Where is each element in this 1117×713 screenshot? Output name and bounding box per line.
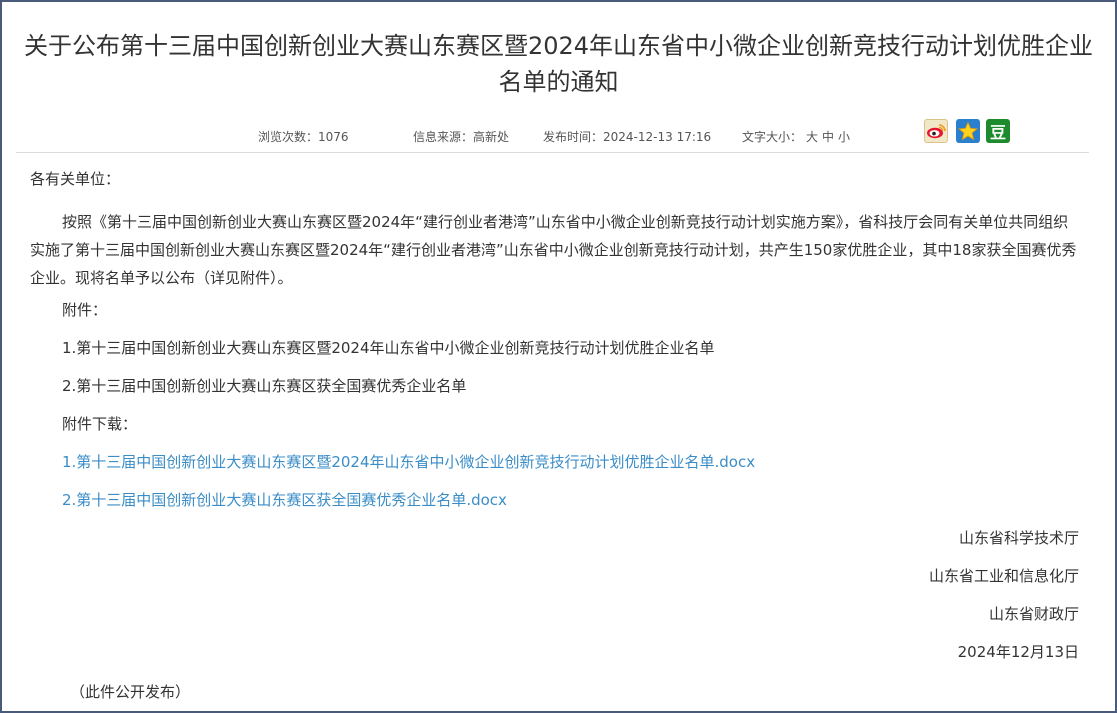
download-link-2[interactable]: 2.第十三届中国创新创业大赛山东赛区获全国赛优秀企业名单.docx bbox=[62, 491, 507, 510]
downloads-label: 附件下载： bbox=[62, 415, 138, 433]
info-source: 信息来源：高新处 bbox=[413, 128, 509, 145]
douban-icon[interactable]: 豆 bbox=[986, 119, 1010, 143]
salutation: 各有关单位： bbox=[30, 170, 121, 188]
view-count: 浏览次数：1076 bbox=[258, 128, 349, 145]
font-size-control: 文字大小：大中小 bbox=[742, 128, 850, 145]
font-size-small-button[interactable]: 小 bbox=[838, 130, 850, 144]
attachment-item: 1.第十三届中国创新创业大赛山东赛区暨2024年山东省中小微企业创新竞技行动计划… bbox=[62, 339, 715, 357]
article-frame: 关于公布第十三届中国创新创业大赛山东赛区暨2024年山东省中小微企业创新竞技行动… bbox=[0, 0, 1117, 713]
signatory: 山东省财政厅 bbox=[988, 605, 1079, 623]
signatory: 山东省科学技术厅 bbox=[958, 529, 1079, 547]
publish-time-label: 发布时间： bbox=[543, 130, 604, 144]
info-source-label: 信息来源： bbox=[413, 130, 474, 144]
weibo-icon[interactable] bbox=[924, 119, 948, 143]
article-meta: 浏览次数：1076 信息来源：高新处 发布时间：2024-12-13 17:16… bbox=[2, 125, 1115, 147]
body-paragraph: 按照《第十三届中国创新创业大赛山东赛区暨2024年“建行创业者港湾”山东省中小微… bbox=[30, 213, 1077, 287]
publish-note: （此件公开发布） bbox=[70, 683, 191, 701]
attachment-item: 2.第十三届中国创新创业大赛山东赛区获全国赛优秀企业名单 bbox=[62, 377, 467, 395]
sign-date: 2024年12月13日 bbox=[957, 643, 1079, 661]
info-source-value: 高新处 bbox=[473, 130, 510, 144]
qzone-icon[interactable] bbox=[956, 119, 980, 143]
attachments-label: 附件： bbox=[62, 301, 108, 319]
header-divider bbox=[16, 152, 1089, 153]
page-title: 关于公布第十三届中国创新创业大赛山东赛区暨2024年山东省中小微企业创新竞技行动… bbox=[23, 32, 1094, 96]
signatory: 山东省工业和信息化厅 bbox=[928, 567, 1079, 585]
view-count-label: 浏览次数： bbox=[258, 130, 319, 144]
font-size-large-button[interactable]: 大 bbox=[806, 130, 818, 144]
font-size-label: 文字大小： bbox=[742, 130, 803, 144]
publish-time-value: 2024-12-13 17:16 bbox=[603, 130, 712, 144]
font-size-medium-button[interactable]: 中 bbox=[822, 130, 834, 144]
view-count-value: 1076 bbox=[318, 130, 349, 144]
download-link-1[interactable]: 1.第十三届中国创新创业大赛山东赛区暨2024年山东省中小微企业创新竞技行动计划… bbox=[62, 453, 755, 472]
publish-time: 发布时间：2024-12-13 17:16 bbox=[543, 128, 711, 145]
